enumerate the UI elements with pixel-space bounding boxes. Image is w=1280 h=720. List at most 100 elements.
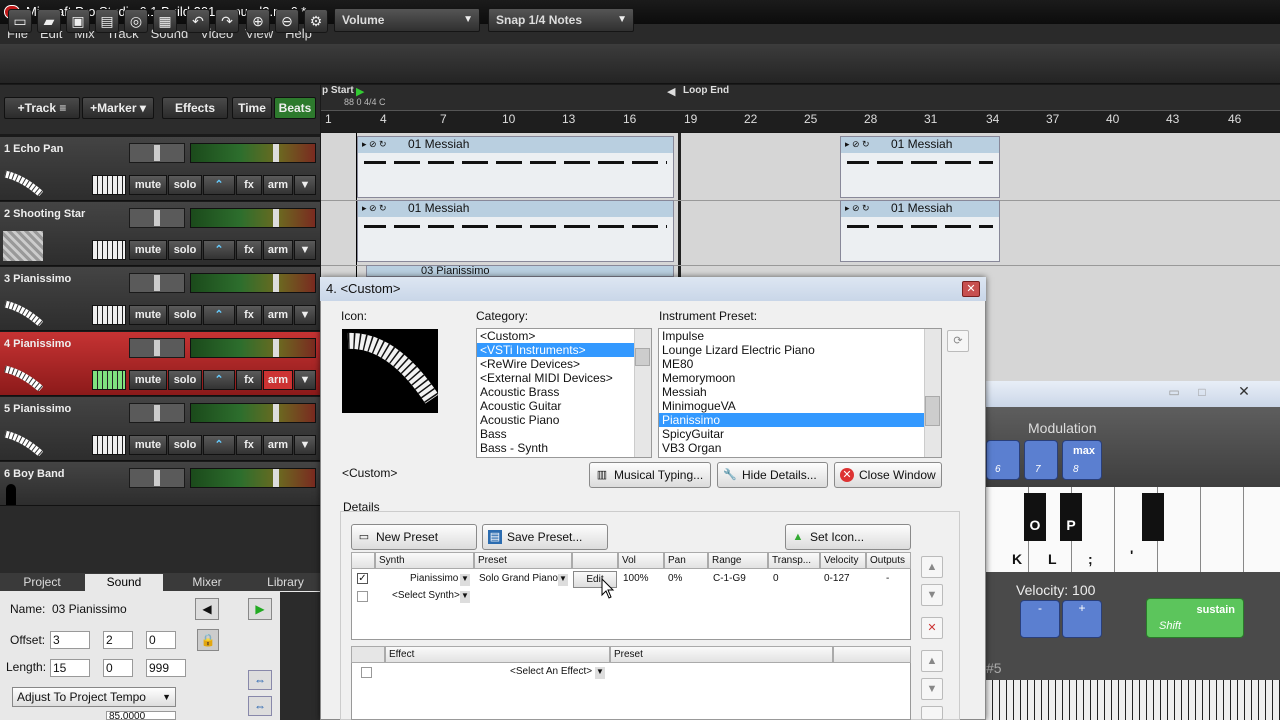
transpose-column-header[interactable]: Transp... [768,552,820,569]
synth-chevron-icon[interactable]: ▼ [460,574,470,586]
fit-icon[interactable]: ⇔ [248,696,272,716]
length-bars-field[interactable]: 15 [50,659,90,677]
tab-mixer[interactable]: Mixer [164,574,250,591]
dialog-close-icon[interactable]: ✕ [962,281,980,297]
category-item[interactable]: <Custom> [477,329,651,343]
preset-item-selected[interactable]: Pianissimo [659,413,941,427]
effect-enabled-checkbox[interactable] [361,667,372,678]
preset-item[interactable]: Messiah [659,385,941,399]
clip-pianissimo[interactable]: 03 Pianissimo [366,265,674,277]
preset-scrollbar[interactable] [924,329,941,457]
synth-column-header[interactable]: Synth [375,552,474,569]
track-menu-chevron-icon[interactable]: ▼ [294,175,316,195]
clip-controls-icon[interactable]: ▸ ⊘ ↻ [845,137,870,152]
outputs-cell[interactable]: - [886,572,889,586]
automation-icon[interactable]: ⌃ [203,370,235,390]
category-item[interactable]: Bass - Synth [477,441,651,455]
pan-cell[interactable]: 0% [668,572,682,586]
arm-button[interactable]: arm [263,175,293,195]
category-item[interactable]: Acoustic Guitar [477,399,651,413]
play-preview-icon[interactable]: ▶ [248,598,272,620]
clip-messiah[interactable]: ▸ ⊘ ↻ 01 Messiah [357,136,674,198]
pan-column-header[interactable]: Pan [664,552,708,569]
category-scroll-thumb[interactable] [635,348,650,366]
fx-button[interactable]: fx [236,175,262,195]
effect-column-header[interactable]: Effect [385,646,610,663]
automation-icon[interactable]: ⌃ [203,435,235,455]
vol-column-header[interactable]: Vol [618,552,664,569]
pan-slider[interactable] [129,403,185,423]
close-icon[interactable]: ✕ [1222,383,1266,401]
track-menu-chevron-icon[interactable]: ▼ [294,435,316,455]
velocity-down-button[interactable]: - [1020,600,1060,638]
solo-button[interactable]: solo [168,175,202,195]
empty-synth-checkbox[interactable] [357,591,368,602]
tab-project[interactable]: Project [0,574,84,591]
preset-item[interactable]: ME80 [659,357,941,371]
solo-button[interactable]: solo [168,435,202,455]
save-icon[interactable]: ▤ [95,9,119,33]
volume-slider[interactable] [190,273,316,293]
keyboard-icon[interactable] [92,240,126,260]
effects-button[interactable]: Effects [162,97,228,119]
mute-button[interactable]: mute [129,370,167,390]
mute-button[interactable]: mute [129,435,167,455]
new-file-icon[interactable]: ▭ [8,9,32,33]
track-4-selected[interactable]: 4 Pianissimo mute solo ⌃ fx arm ▼ [0,332,320,396]
keyboard-icon[interactable] [92,305,126,325]
mute-button[interactable]: mute [129,240,167,260]
preset-item[interactable]: Impulse [659,329,941,343]
tempo-value-field[interactable]: 85.0000 [106,711,176,720]
preset-item[interactable]: SpicyGuitar [659,427,941,441]
mod-key-7[interactable]: 7 [1024,440,1058,480]
solo-button[interactable]: solo [168,305,202,325]
clip-messiah[interactable]: ▸ ⊘ ↻ 01 Messiah [840,200,1000,262]
effect-preset-column-header[interactable]: Preset [610,646,833,663]
clip-controls-icon[interactable]: ▸ ⊘ ↻ [845,201,870,216]
name-value[interactable]: 03 Pianissimo [52,602,127,616]
preset-column-header[interactable]: Preset [474,552,572,569]
tab-sound[interactable]: Sound [85,574,163,591]
save-preset-button[interactable]: ▤ Save Preset... [482,524,608,550]
mute-button[interactable]: mute [129,305,167,325]
volume-slider[interactable] [190,143,316,163]
refresh-presets-icon[interactable]: ⟳ [947,330,969,352]
redo-icon[interactable]: ↷ [215,9,239,33]
track-1[interactable]: 1 Echo Pan mute solo ⌃ fx arm ▼ [0,137,320,201]
time-toggle[interactable]: Time [232,97,272,119]
pan-slider[interactable] [129,273,185,293]
select-effect-chevron-icon[interactable]: ▼ [595,667,605,679]
mod-key-6[interactable]: 6 [986,440,1020,480]
hide-details-button[interactable]: 🔧 Hide Details... [717,462,828,488]
synth-name-cell[interactable]: Pianissimo [410,572,458,586]
set-icon-button[interactable]: ▲ Set Icon... [785,524,911,550]
preset-list[interactable]: Impulse Lounge Lizard Electric Piano ME8… [658,328,942,458]
synth-preset-cell[interactable]: Solo Grand Piano [479,572,558,586]
loop-end-marker[interactable]: Loop End [683,85,729,96]
zoom-out-icon[interactable]: ⊖ [275,9,299,33]
loop-start-marker[interactable]: p Start [322,85,354,96]
undo-icon[interactable]: ↶ [186,9,210,33]
pan-slider[interactable] [129,338,185,358]
solo-button[interactable]: solo [168,370,202,390]
edit-column-header[interactable] [572,552,618,569]
timeline-ruler[interactable] [321,110,1280,132]
maximize-icon[interactable]: □ [1190,385,1214,401]
preset-scroll-thumb[interactable] [925,396,940,426]
fx-button[interactable]: fx [236,435,262,455]
lock-icon[interactable]: 🔒 [197,629,219,651]
mixdown-icon[interactable]: ▦ [153,9,177,33]
automation-icon[interactable]: ⌃ [203,305,235,325]
preset-chevron-icon[interactable]: ▼ [558,574,568,586]
pan-slider[interactable] [129,208,185,228]
add-track-button[interactable]: +Track ≡ [4,97,80,119]
offset-bars-field[interactable]: 3 [50,631,90,649]
burn-cd-icon[interactable]: ◎ [124,9,148,33]
musical-typing-button[interactable]: ▥ Musical Typing... [589,462,711,488]
clip-messiah[interactable]: ▸ ⊘ ↻ 01 Messiah [357,200,674,262]
open-folder-icon[interactable]: ▰ [37,9,61,33]
velocity-cell[interactable]: 0-127 [824,572,850,586]
tempo-mode-dropdown[interactable]: Adjust To Project Tempo ▼ [12,687,176,707]
vol-cell[interactable]: 100% [623,572,649,586]
mod-key-max[interactable]: max 8 [1062,440,1102,480]
